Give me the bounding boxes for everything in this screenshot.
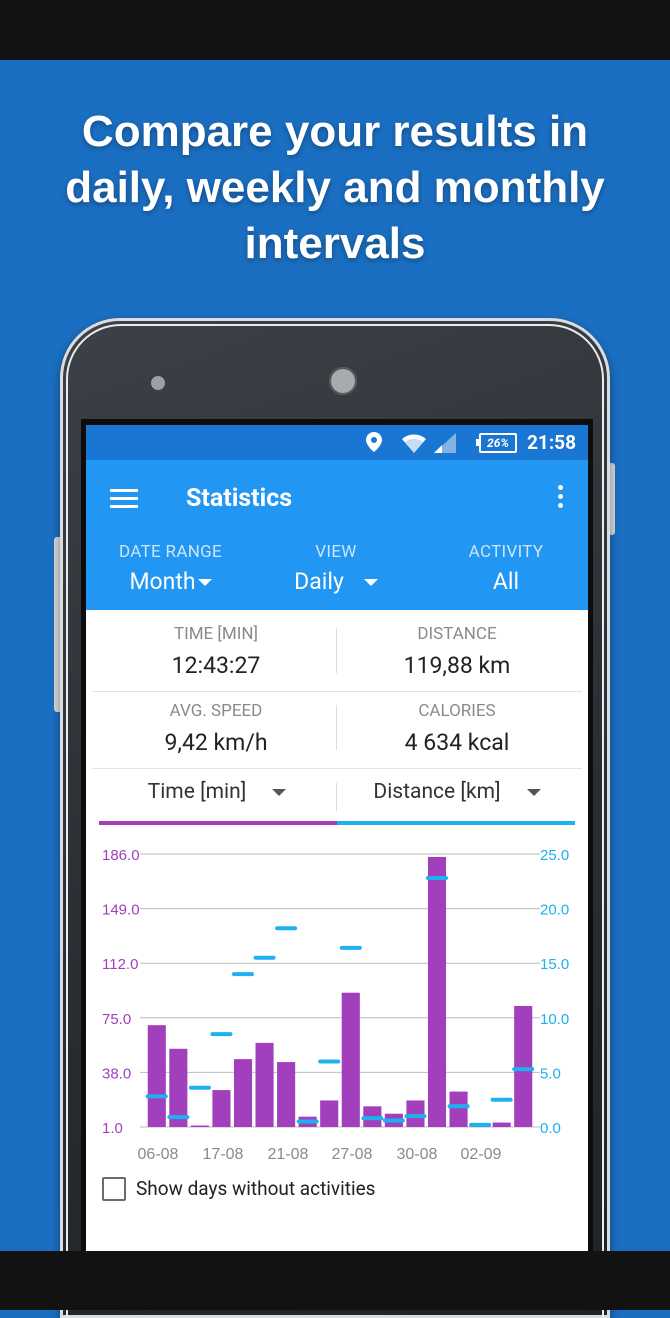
y-right-tick-label: 10.0: [540, 1011, 569, 1028]
date-range-value-wrap: Month: [108, 568, 233, 595]
speed-stat-value: 9,42 km/h: [164, 729, 268, 756]
stats-row-divider: [92, 691, 582, 692]
calories-stat-label: CALORIES: [418, 701, 496, 721]
y-left-tick-label: 149.0: [102, 902, 140, 919]
left-series-selector[interactable]: Time [min]: [102, 780, 332, 804]
stats-divider: [336, 628, 337, 673]
x-tick-label: 06-08: [138, 1146, 179, 1163]
promo-headline: Compare your results in daily, weekly an…: [0, 104, 670, 272]
distance-stat-label: DISTANCE: [417, 624, 497, 644]
x-tick-label: 02-09: [461, 1146, 502, 1163]
y-right-tick-label: 25.0: [540, 847, 569, 864]
bar-time: [341, 992, 360, 1127]
date-range-label: DATE RANGE: [119, 542, 222, 562]
app-bar: Statistics DATE RANGE Month VIEW Daily A…: [86, 460, 588, 620]
y-left-tick-label: 75.0: [102, 1011, 131, 1028]
selector-divider: [336, 783, 337, 811]
bar-time: [277, 1062, 296, 1127]
bar-time: [492, 1122, 511, 1127]
time-stat-label: TIME [MIN]: [173, 624, 259, 644]
distance-stat: DISTANCE 119,88 km: [337, 624, 577, 679]
bar-time: [406, 1100, 425, 1127]
stats-divider-2: [336, 705, 337, 750]
bar-time: [212, 1090, 231, 1127]
right-series-label: Distance [km]: [373, 780, 501, 804]
y-right-tick-label: 20.0: [540, 902, 569, 919]
speed-stat: AVG. SPEED 9,42 km/h: [96, 701, 336, 756]
y-left-tick-label: 38.0: [102, 1065, 131, 1082]
activity-dropdown-icon[interactable]: [566, 613, 580, 620]
phone-screen: 26% 21:58 Statistics DATE RANGE Month VI…: [86, 425, 588, 1251]
battery-level: 26%: [487, 436, 509, 450]
y-right-tick-label: 5.0: [540, 1065, 561, 1082]
wifi-icon: [402, 434, 426, 453]
time-stat: TIME [MIN] 12:43:27: [96, 624, 336, 679]
statistics-chart: 186.0 25.0 149.0 20.0 112.0 15.0 75.0 10.0 38.0 5…: [102, 847, 569, 1163]
distance-stat-value: 119,88 km: [403, 652, 511, 679]
view-value: Daily: [294, 568, 344, 595]
right-series-indicator: [337, 821, 575, 825]
hamburger-menu-icon[interactable]: [110, 489, 138, 509]
date-range-value: Month: [129, 568, 196, 595]
show-empty-days-checkbox[interactable]: [102, 1177, 126, 1201]
activity-label: ACTIVITY: [468, 542, 544, 562]
bar-time: [427, 856, 447, 1127]
date-range-dropdown-icon: [197, 579, 212, 587]
bar-time: [255, 1042, 274, 1127]
calories-stat-value: 4 634 kcal: [404, 729, 510, 756]
signal-icon: [434, 433, 456, 453]
status-bar: 26% 21:58: [86, 425, 588, 460]
bar-time: [514, 1005, 533, 1127]
activity-value: All: [492, 568, 520, 595]
top-black-band: [0, 0, 670, 60]
y-left-tick-label: 112.0: [102, 956, 138, 973]
view-filter[interactable]: VIEW Daily: [276, 542, 396, 595]
view-value-wrap: Daily: [276, 568, 396, 595]
overflow-menu-icon[interactable]: [558, 485, 564, 512]
front-camera: [329, 367, 357, 395]
right-series-dropdown-icon: [526, 788, 541, 796]
y-left-tick-label: 186.0: [102, 847, 140, 864]
left-series-indicator: [99, 821, 337, 825]
activity-filter[interactable]: ACTIVITY All: [456, 542, 556, 595]
x-tick-label: 21-08: [268, 1146, 309, 1163]
stats-bottom-divider: [92, 768, 582, 769]
x-tick-label: 17-08: [203, 1146, 244, 1163]
bar-time: [320, 1100, 339, 1127]
headline-line-2: daily, weekly and monthly: [65, 163, 605, 212]
proximity-sensor: [151, 376, 165, 390]
speed-stat-label: AVG. SPEED: [169, 701, 263, 721]
battery-icon: 26%: [476, 433, 517, 453]
screen-title: Statistics: [186, 484, 293, 513]
status-clock: 21:58: [527, 431, 576, 454]
left-series-label: Time [min]: [147, 780, 247, 804]
view-dropdown-icon: [363, 579, 378, 587]
bar-time: [449, 1091, 468, 1127]
calories-stat: CALORIES 4 634 kcal: [337, 701, 577, 756]
bar-time: [190, 1125, 209, 1127]
x-tick-label: 27-08: [332, 1146, 373, 1163]
bottom-black-band: [0, 1251, 670, 1310]
y-left-tick-label: 1.0: [102, 1120, 123, 1137]
y-right-tick-label: 15.0: [540, 956, 569, 973]
time-stat-value: 12:43:27: [171, 652, 261, 679]
show-empty-days-label: Show days without activities: [136, 1177, 376, 1200]
y-right-tick-label: 0.0: [540, 1120, 561, 1137]
headline-line-1: Compare your results in: [81, 107, 589, 156]
date-range-filter[interactable]: DATE RANGE Month: [108, 542, 233, 595]
headline-line-3: intervals: [244, 219, 426, 268]
x-tick-label: 30-08: [397, 1146, 438, 1163]
bar-time: [147, 1025, 166, 1127]
left-series-dropdown-icon: [272, 788, 287, 796]
activity-value-wrap: All: [456, 568, 556, 595]
bar-time: [233, 1059, 253, 1127]
view-label: VIEW: [315, 542, 357, 562]
location-icon: [366, 432, 382, 452]
right-series-selector[interactable]: Distance [km]: [342, 780, 572, 804]
